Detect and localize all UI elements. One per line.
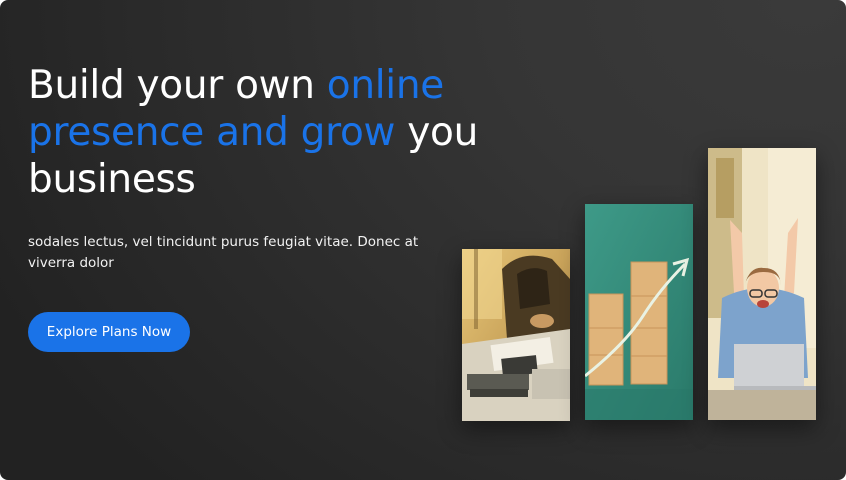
hero-description: sodales lectus, vel tincidunt purus feug… <box>28 234 419 271</box>
celebrating-woman-photo <box>708 148 816 420</box>
explore-plans-button[interactable]: Explore Plans Now <box>28 312 190 352</box>
hero-banner: Build your own online presence and grow … <box>0 0 846 480</box>
hero-headline: Build your own online presence and grow … <box>28 62 548 203</box>
headline-lead: Build your own <box>28 63 327 108</box>
growth-blocks-photo <box>585 204 693 420</box>
business-meeting-photo <box>462 249 570 421</box>
